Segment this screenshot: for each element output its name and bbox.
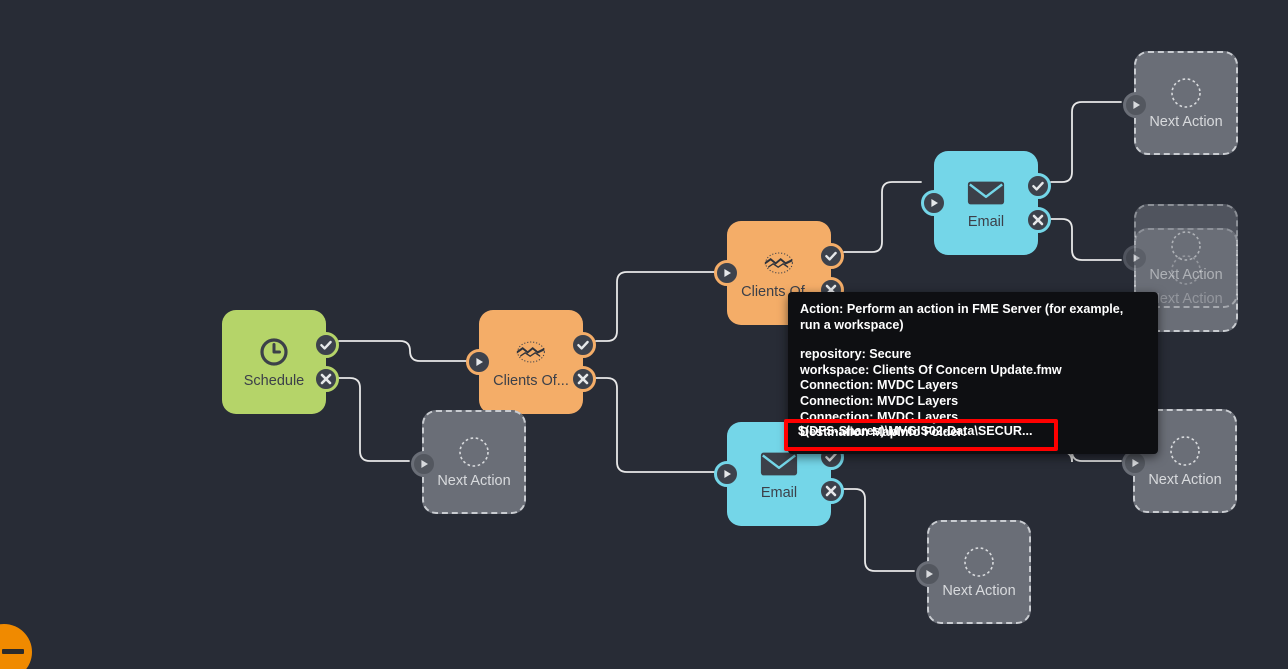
port-failure[interactable]	[1025, 207, 1051, 233]
node-label: Next Action	[437, 472, 511, 489]
edge-fme1-to-fme2	[595, 271, 715, 342]
edge-schedule-to-fme1	[338, 340, 467, 362]
node-schedule[interactable]: Schedule	[222, 310, 339, 414]
port-input[interactable]	[466, 349, 492, 375]
tooltip-line-repository: repository: Secure	[800, 347, 912, 362]
port-input[interactable]	[714, 461, 740, 487]
port-failure[interactable]	[818, 478, 844, 504]
port-success[interactable]	[1025, 173, 1051, 199]
port-input[interactable]	[714, 260, 740, 286]
node-label: Clients Of...	[493, 372, 569, 389]
port-failure[interactable]	[313, 366, 339, 392]
node-label: Next Action	[1148, 471, 1222, 488]
node-label: Email	[760, 484, 798, 501]
dashed-circle-icon	[454, 435, 494, 469]
port-input[interactable]	[1123, 92, 1149, 118]
edge-email1-to-next3	[1050, 218, 1122, 261]
tooltip-line-connection-2: Connection: MVDC Layers	[800, 393, 959, 408]
edge-email1-to-next2	[1050, 101, 1122, 183]
node-label: Next Action	[1149, 266, 1223, 283]
edge-schedule-to-next1	[338, 377, 410, 462]
tooltip-spacer	[800, 333, 1146, 347]
fme-logo-icon	[759, 246, 799, 280]
tooltip-line-connection-1: Connection: MVDC Layers	[800, 378, 959, 393]
add-action-button[interactable]	[0, 624, 32, 669]
port-failure[interactable]	[570, 366, 596, 392]
port-success[interactable]	[570, 332, 596, 358]
node-next-action-5[interactable]: Next Action	[916, 520, 1031, 624]
node-label: Next Action	[942, 582, 1016, 599]
tooltip-line-workspace: workspace: Clients Of Concern Update.fmw	[800, 362, 1062, 377]
annotation-highlight-box	[784, 419, 1058, 451]
node-fme-clients-of-1[interactable]: Clients Of...	[466, 310, 596, 414]
node-next-action-2[interactable]: Next Action	[1123, 51, 1238, 155]
node-next-action-1[interactable]: Next Action	[411, 410, 526, 514]
port-success[interactable]	[313, 332, 339, 358]
port-input[interactable]	[411, 451, 437, 477]
node-label: Next Action	[1149, 113, 1223, 130]
dashed-circle-icon	[959, 545, 999, 579]
dashed-circle-icon	[1166, 229, 1206, 263]
edge-fme1-to-email2	[595, 377, 715, 473]
node-email-1[interactable]: Email	[921, 151, 1051, 255]
workflow-canvas[interactable]: Schedule Clients Of... Next Action Clien…	[0, 0, 1288, 669]
port-input[interactable]	[1123, 245, 1149, 271]
port-input[interactable]	[916, 561, 942, 587]
port-success[interactable]	[818, 243, 844, 269]
fme-logo-icon	[511, 335, 551, 369]
envelope-icon	[966, 176, 1006, 210]
node-label: Email	[967, 213, 1005, 230]
node-label: Schedule	[243, 372, 305, 389]
edge-email2-to-next5	[843, 488, 915, 572]
edge-fme2-to-email1	[843, 181, 922, 253]
port-input[interactable]	[921, 190, 947, 216]
plus-icon	[2, 649, 24, 654]
dashed-circle-icon	[1166, 76, 1206, 110]
tooltip-heading: Action: Perform an action in FME Server …	[800, 302, 1124, 332]
clock-icon	[254, 335, 294, 369]
dashed-circle-icon	[1165, 434, 1205, 468]
